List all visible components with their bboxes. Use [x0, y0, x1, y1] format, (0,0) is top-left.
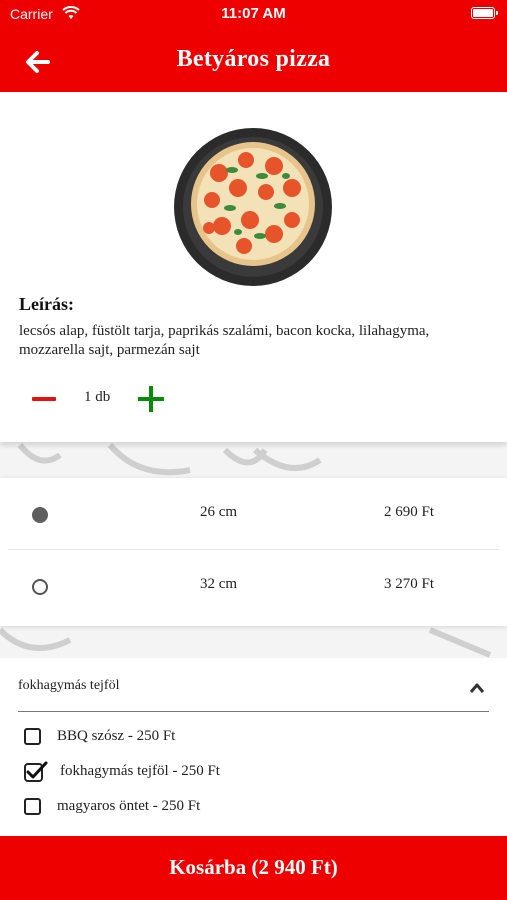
- description-text: lecsós alap, füstölt tarja, paprikás sza…: [19, 323, 430, 358]
- battery-icon: [471, 7, 498, 19]
- radio-selected-icon[interactable]: [32, 507, 48, 523]
- size-option-row[interactable]: 26 cm 2 690 Ft: [0, 478, 507, 550]
- size-price: 3 270 Ft: [384, 576, 435, 592]
- minus-icon-bar: [32, 397, 56, 401]
- app-header: Carrier 11:07 AM Betyáros pizza: [0, 0, 507, 92]
- size-label: 32 cm: [200, 576, 238, 592]
- extra-option-label: BBQ szósz - 250 Ft: [57, 728, 176, 744]
- checkbox-unchecked-icon[interactable]: [24, 728, 41, 745]
- add-to-cart-label: Kosárba (2 940 Ft): [169, 855, 338, 879]
- add-to-cart-button[interactable]: Kosárba (2 940 Ft): [0, 836, 507, 900]
- page-title: Betyáros pizza: [176, 46, 331, 72]
- chevron-up-icon[interactable]: [469, 682, 485, 694]
- extra-option-label: magyaros öntet - 250 Ft: [57, 798, 201, 814]
- extra-option-label: fokhagymás tejföl - 250 Ft: [60, 763, 220, 779]
- status-bar: Carrier 11:07 AM: [0, 0, 507, 30]
- pizza-image: [174, 128, 332, 286]
- status-time: 11:07 AM: [221, 5, 286, 22]
- checkbox-unchecked-icon[interactable]: [24, 798, 41, 815]
- radio-unselected-icon[interactable]: [32, 579, 48, 595]
- plus-icon[interactable]: [138, 386, 164, 412]
- size-options: 26 cm 2 690 Ft 32 cm 3 270 Ft: [0, 478, 507, 626]
- size-option-row[interactable]: 32 cm 3 270 Ft: [0, 550, 507, 622]
- divider: [18, 711, 489, 712]
- size-label: 26 cm: [200, 504, 238, 520]
- extras-section: fokhagymás tejföl BBQ szósz - 250 Ft fok…: [0, 658, 507, 836]
- size-price: 2 690 Ft: [384, 504, 435, 520]
- product-card: Leírás: lecsós alap, füstölt tarja, papr…: [0, 92, 507, 442]
- quantity-value: 1 db: [84, 389, 111, 405]
- extras-dropdown-label[interactable]: fokhagymás tejföl: [18, 678, 119, 694]
- checkbox-checked-icon[interactable]: [24, 761, 48, 783]
- description-title: Leírás:: [19, 294, 74, 314]
